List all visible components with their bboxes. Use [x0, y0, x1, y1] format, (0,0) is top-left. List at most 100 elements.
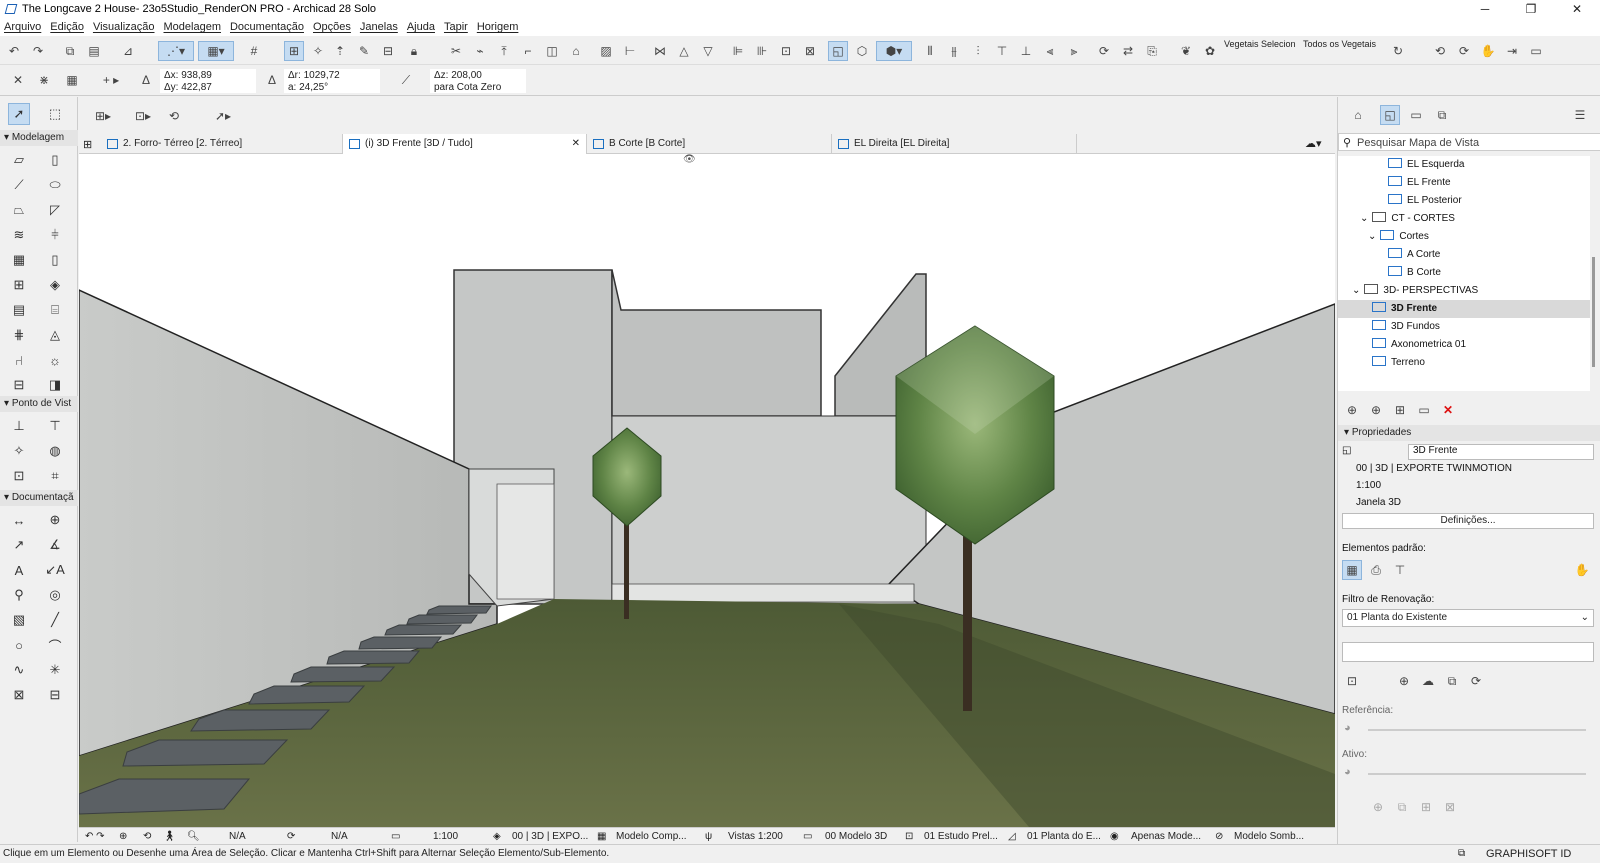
tab-3d-frente[interactable]: (i) 3D Frente [3D / Tudo] ✕: [343, 134, 587, 154]
tab-b-corte[interactable]: B Corte [B Corte]: [587, 134, 832, 154]
align-right-icon[interactable]: ⫶: [968, 41, 988, 61]
tree-item-el-posterior[interactable]: EL Posterior: [1388, 192, 1462, 210]
markup-action-3-icon[interactable]: ⊞: [1416, 797, 1436, 817]
element-type-icon[interactable]: ▦: [1342, 560, 1362, 580]
undo-icon[interactable]: ↶: [4, 41, 24, 61]
door-tool-icon[interactable]: ▯: [44, 249, 66, 271]
tree-item-ct-cortes[interactable]: ⌄ CT - CORTES: [1360, 210, 1455, 228]
redo-icon[interactable]: ↷: [28, 41, 48, 61]
delta-z-field[interactable]: Δz: 208,00 para Cota Zero: [430, 69, 526, 93]
camera-icon[interactable]: ⌗: [44, 465, 66, 487]
fill-tool-icon[interactable]: ▧: [8, 609, 30, 631]
group-icon[interactable]: ⊡: [776, 41, 796, 61]
tab-overview-icon[interactable]: ⊞: [83, 138, 92, 151]
tree-item-axonometrica[interactable]: Axonometrica 01: [1372, 336, 1466, 354]
orbit-icon[interactable]: ⟲: [164, 106, 184, 126]
3d-viewport[interactable]: 👁︎: [79, 154, 1335, 827]
curtain-wall-tool-icon[interactable]: ▦: [8, 249, 30, 271]
markup-field[interactable]: [1342, 642, 1594, 662]
chair-tool-icon[interactable]: ⑁: [8, 349, 30, 371]
grid-snap2-icon[interactable]: ▦: [62, 70, 82, 90]
rotate-view-icon[interactable]: ⟳: [287, 830, 295, 843]
text-tool-icon[interactable]: A: [8, 559, 30, 581]
section-ponto-de-vista[interactable]: ▾ Ponto de Vist: [0, 396, 78, 412]
mirror-icon[interactable]: ⋈: [650, 41, 670, 61]
arc-tool-icon[interactable]: ⌒: [44, 634, 66, 656]
hatch-icon[interactable]: ▨: [596, 41, 616, 61]
hand-icon[interactable]: ✋: [1478, 41, 1498, 61]
cycle-icon[interactable]: ⟳: [1454, 41, 1474, 61]
undo-view-icon[interactable]: ↶ ↷: [85, 830, 105, 843]
tab-menu-icon[interactable]: ☁▾: [1305, 137, 1322, 150]
tab-forro-terreo[interactable]: 2. Forro- Térreo [2. Térreo]: [101, 134, 343, 154]
elevation-icon[interactable]: ⊤: [44, 415, 66, 437]
snap-icon[interactable]: ⋇: [34, 70, 54, 90]
x-cursor-icon[interactable]: ✕: [8, 70, 28, 90]
menu-arquivo[interactable]: Arquivo: [4, 21, 41, 33]
detail-icon[interactable]: ⊡: [8, 465, 30, 487]
tree-item-3d-perspectivas[interactable]: ⌄ 3D- PERSPECTIVAS: [1352, 282, 1478, 300]
dimension-icon[interactable]: ⊢: [620, 41, 640, 61]
align-bottom-icon[interactable]: ⊥: [1016, 41, 1036, 61]
roof-tool-icon[interactable]: ⏢: [8, 199, 30, 221]
menu-horigem[interactable]: Horigem: [477, 21, 519, 33]
delta-r-field[interactable]: Δr: 1029,72 a: 24,25°: [284, 69, 380, 93]
menu-edicao[interactable]: Edição: [50, 21, 84, 33]
markup-action-4-icon[interactable]: ⊠: [1440, 797, 1460, 817]
model-3d-value[interactable]: 00 Modelo 3D: [825, 830, 887, 843]
gravity-icon[interactable]: ⊿: [118, 41, 138, 61]
select-frame-icon[interactable]: ⊞: [284, 41, 304, 61]
slab-tool-icon[interactable]: ⬭: [44, 174, 66, 196]
angle-dimension-icon[interactable]: ∡: [44, 534, 66, 556]
clone-view-icon[interactable]: ⊕: [1366, 400, 1386, 420]
model-view-value[interactable]: Modelo Comp...: [616, 830, 687, 843]
eye-icon[interactable]: 👁︎: [683, 154, 696, 165]
spline-tool-icon[interactable]: ∿: [8, 659, 30, 681]
estudo-value[interactable]: 01 Estudo Prel...: [924, 830, 998, 843]
menu-opcoes[interactable]: Opções: [313, 21, 351, 33]
export-icon[interactable]: ⎘: [1142, 41, 1162, 61]
fillet-icon[interactable]: ⌐: [518, 41, 538, 61]
beam-tool-icon[interactable]: ⟋: [8, 174, 30, 196]
project-map-icon[interactable]: ⌂: [1348, 105, 1368, 125]
minimize-button[interactable]: ─: [1462, 0, 1508, 18]
menu-visualizacao[interactable]: Visualização: [93, 21, 155, 33]
layout-book-icon[interactable]: ▭: [1406, 105, 1426, 125]
tree-item-el-frente[interactable]: EL Frente: [1388, 174, 1451, 192]
radial-dimension-icon[interactable]: ↗: [8, 534, 30, 556]
column-type-icon[interactable]: ⊤: [1390, 560, 1410, 580]
panel-menu-icon[interactable]: ☰: [1570, 105, 1590, 125]
graphisoft-id[interactable]: GRAPHISOFT ID: [1486, 845, 1571, 863]
tree-item-a-corte[interactable]: A Corte: [1388, 246, 1440, 264]
skylight-tool-icon[interactable]: ◈: [44, 274, 66, 296]
section-documentacao[interactable]: ▾ Documentaçã: [0, 490, 78, 506]
vegetation-icon[interactable]: ❦: [1176, 41, 1196, 61]
worksheet-icon[interactable]: ◍: [44, 440, 66, 462]
vegetais-selecionados-label[interactable]: Vegetais Selecion: [1224, 39, 1296, 49]
layer-icon[interactable]: ⊟: [378, 41, 398, 61]
object-tool-icon[interactable]: ▤: [8, 299, 30, 321]
delta-xy-field[interactable]: Δx: 938,89 Δy: 422,87: [160, 69, 256, 93]
ungroup-icon[interactable]: ⊠: [800, 41, 820, 61]
window-tool-icon[interactable]: ⊞: [8, 274, 30, 296]
close-button[interactable]: ✕: [1554, 0, 1600, 18]
arrow-tool-icon[interactable]: ➚: [8, 103, 30, 125]
flip-icon[interactable]: ▽: [698, 41, 718, 61]
zone-tool-icon[interactable]: ⌸: [44, 299, 66, 321]
lock-icon[interactable]: 🔒︎: [404, 41, 424, 61]
sync-icon[interactable]: ⇄: [1118, 41, 1138, 61]
tree-item-terreno[interactable]: Terreno: [1372, 354, 1425, 372]
filter-icon[interactable]: ⊞▸: [86, 106, 120, 126]
cloud-icon[interactable]: ☁: [1418, 671, 1438, 691]
mesh-tool-icon[interactable]: ⋕: [8, 324, 30, 346]
tree-item-cortes[interactable]: ⌄ Cortes: [1368, 228, 1429, 246]
menu-tapir[interactable]: Tapir: [444, 21, 468, 33]
scissors-icon[interactable]: ✂: [446, 41, 466, 61]
zoom-icon[interactable]: 🔍︎: [187, 830, 200, 843]
new-folder-icon[interactable]: ⊕: [1342, 400, 1362, 420]
grid-snap-icon[interactable]: ▦▾: [198, 41, 234, 61]
magic-wand-icon[interactable]: ✧: [308, 41, 328, 61]
3d-style-icon[interactable]: ⬢▾: [876, 41, 912, 61]
pin-tool-icon[interactable]: ⚲: [8, 584, 30, 606]
properties-header[interactable]: ▾ Propriedades: [1338, 425, 1600, 441]
